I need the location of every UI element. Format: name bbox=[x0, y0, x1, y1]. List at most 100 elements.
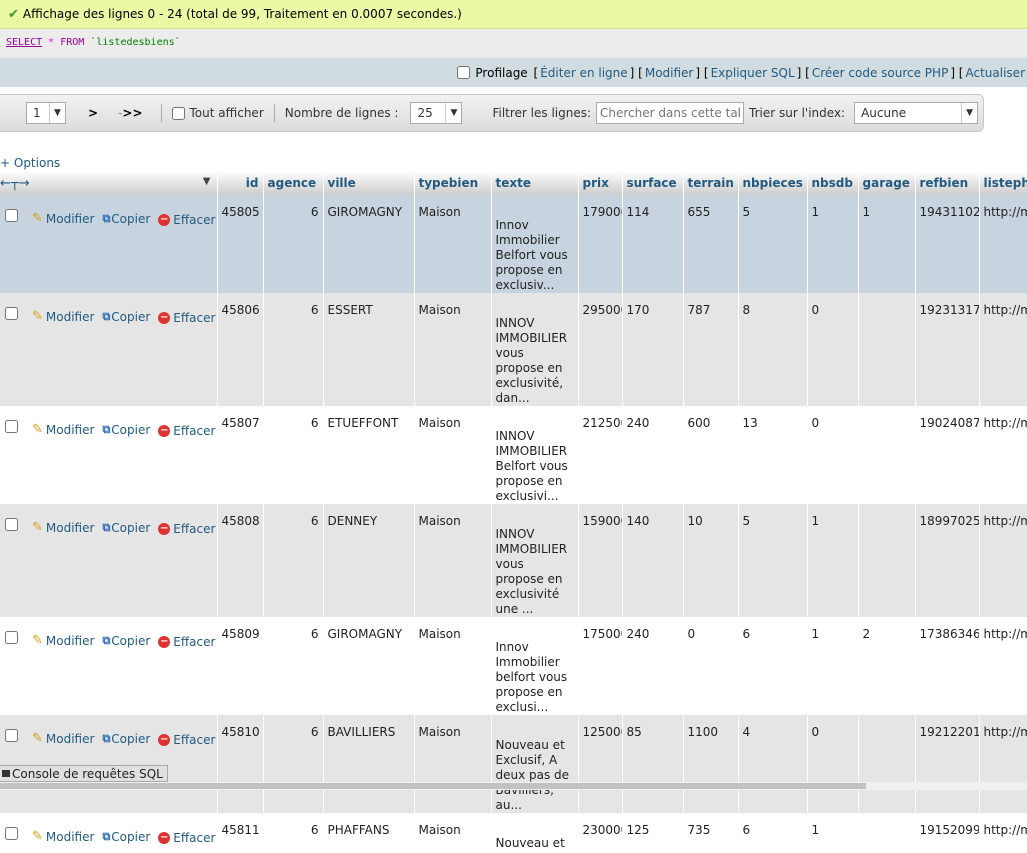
cell-typebien[interactable]: Maison bbox=[414, 195, 492, 293]
cell-agence[interactable]: 6 bbox=[263, 617, 324, 715]
cell-listephotos[interactable]: http://media.apimo.pro/cache/distributio… bbox=[979, 617, 1027, 715]
cell-surface[interactable]: 125 bbox=[622, 813, 684, 853]
copy-row-button[interactable]: ⧉ Copier bbox=[102, 310, 150, 324]
cell-garage[interactable] bbox=[858, 715, 916, 813]
delete-row-button[interactable]: − Effacer bbox=[158, 213, 215, 227]
cell-texte[interactable]: Nouveau et Exclusif, A deux pas de Bavil… bbox=[491, 715, 579, 813]
cell-refbien[interactable]: 19212201 bbox=[915, 715, 980, 813]
cell-ville[interactable]: ESSERT bbox=[323, 293, 415, 406]
column-header-surface[interactable]: surface bbox=[622, 171, 684, 195]
cell-typebien[interactable]: Maison bbox=[414, 293, 492, 406]
copy-row-button[interactable]: ⧉ Copier bbox=[102, 212, 150, 226]
cell-terrain[interactable]: 10 bbox=[683, 504, 739, 617]
table-row[interactable]: ✎ Modifier ⧉ Copier − Effacer 45811 6 PHAFFANS Ma… bbox=[0, 813, 1027, 853]
last-page-button[interactable]: ->> bbox=[118, 106, 142, 120]
edit-row-button[interactable]: ✎ Modifier bbox=[32, 633, 94, 648]
edit-row-button[interactable]: ✎ Modifier bbox=[32, 520, 94, 535]
cell-texte[interactable]: Innov Immobilier belfort vous propose en… bbox=[491, 617, 579, 715]
edit-row-button[interactable]: ✎ Modifier bbox=[32, 829, 94, 844]
cell-prix[interactable]: 125000 bbox=[578, 715, 623, 813]
cell-typebien[interactable]: Maison bbox=[414, 406, 492, 504]
column-resize-header[interactable]: ←┬→ ▼ bbox=[0, 171, 218, 195]
cell-ville[interactable]: GIROMAGNY bbox=[323, 617, 415, 715]
cell-nbsdb[interactable]: 0 bbox=[807, 406, 859, 504]
cell-ville[interactable]: ETUEFFONT bbox=[323, 406, 415, 504]
horizontal-scrollbar[interactable] bbox=[0, 782, 1027, 790]
edit-row-button[interactable]: ✎ Modifier bbox=[32, 309, 94, 324]
cell-typebien[interactable]: Maison bbox=[414, 504, 492, 617]
cell-prix[interactable]: 175000 bbox=[578, 617, 623, 715]
cell-texte[interactable]: INNOV IMMOBILIER vous propose en exclusi… bbox=[491, 293, 579, 406]
cell-id[interactable]: 45811 bbox=[217, 813, 264, 853]
cell-agence[interactable]: 6 bbox=[263, 504, 324, 617]
cell-agence[interactable]: 6 bbox=[263, 406, 324, 504]
cell-nbpieces[interactable]: 6 bbox=[738, 813, 808, 853]
cell-surface[interactable]: 240 bbox=[622, 617, 684, 715]
explain-sql-link[interactable]: Expliquer SQL bbox=[711, 66, 795, 80]
cell-terrain[interactable]: 735 bbox=[683, 813, 739, 853]
cell-ville[interactable]: BAVILLIERS bbox=[323, 715, 415, 813]
cell-ville[interactable]: GIROMAGNY bbox=[323, 195, 415, 293]
profiling-checkbox[interactable] bbox=[457, 66, 471, 79]
cell-nbsdb[interactable]: 1 bbox=[807, 504, 859, 617]
cell-texte[interactable]: INNOV IMMOBILIER vous propose en exclusi… bbox=[491, 504, 579, 617]
create-php-code-link[interactable]: Créer code source PHP bbox=[812, 66, 948, 80]
cell-refbien[interactable]: 19431102 bbox=[915, 195, 980, 293]
cell-id[interactable]: 45805 bbox=[217, 195, 264, 293]
delete-row-button[interactable]: − Effacer bbox=[158, 522, 215, 536]
column-header-agence[interactable]: agence bbox=[263, 171, 324, 195]
options-link[interactable]: + Options bbox=[0, 156, 60, 170]
filter-rows-input[interactable] bbox=[596, 102, 745, 124]
cell-nbpieces[interactable]: 4 bbox=[738, 715, 808, 813]
column-header-nbpieces[interactable]: nbpieces bbox=[738, 171, 808, 195]
edit-inline-link[interactable]: Éditer en ligne bbox=[540, 66, 627, 80]
cell-surface[interactable]: 85 bbox=[622, 715, 684, 813]
cell-surface[interactable]: 170 bbox=[622, 293, 684, 406]
table-row[interactable]: ✎ Modifier ⧉ Copier − Effacer 45810 6 BAVILLIERS… bbox=[0, 715, 1027, 813]
copy-row-button[interactable]: ⧉ Copier bbox=[102, 830, 150, 844]
cell-surface[interactable]: 140 bbox=[622, 504, 684, 617]
column-header-prix[interactable]: prix bbox=[578, 171, 623, 195]
row-select-checkbox[interactable] bbox=[5, 307, 18, 320]
triangle-down-icon[interactable]: ▼ bbox=[203, 176, 211, 187]
scrollbar-thumb[interactable] bbox=[0, 783, 866, 789]
cell-id[interactable]: 45808 bbox=[217, 504, 264, 617]
cell-terrain[interactable]: 0 bbox=[683, 617, 739, 715]
cell-terrain[interactable]: 1100 bbox=[683, 715, 739, 813]
cell-refbien[interactable]: 18997025 bbox=[915, 504, 980, 617]
cell-typebien[interactable]: Maison bbox=[414, 813, 492, 853]
column-header-nbsdb[interactable]: nbsdb bbox=[807, 171, 859, 195]
cell-refbien[interactable]: 19152099 bbox=[915, 813, 980, 853]
row-select-checkbox[interactable] bbox=[5, 729, 18, 742]
cell-refbien[interactable]: 19024087 bbox=[915, 406, 980, 504]
page-select[interactable]: 1 ▼ bbox=[26, 102, 66, 124]
refresh-link[interactable]: Actualiser bbox=[966, 66, 1026, 80]
show-all-checkbox[interactable] bbox=[171, 106, 185, 120]
cell-prix[interactable]: 295000 bbox=[578, 293, 623, 406]
column-header-texte[interactable]: texte bbox=[491, 171, 579, 195]
cell-id[interactable]: 45806 bbox=[217, 293, 264, 406]
cell-listephotos[interactable]: http://media.apimo.pro/cache/distributio… bbox=[979, 406, 1027, 504]
cell-nbsdb[interactable]: 1 bbox=[807, 813, 859, 853]
delete-row-button[interactable]: − Effacer bbox=[158, 311, 215, 325]
cell-nbpieces[interactable]: 5 bbox=[738, 195, 808, 293]
cell-listephotos[interactable]: http://media.apimo.pro/cache/distributio… bbox=[979, 195, 1027, 293]
cell-refbien[interactable]: 17386346 bbox=[915, 617, 980, 715]
row-select-checkbox[interactable] bbox=[5, 209, 18, 222]
cell-garage[interactable] bbox=[858, 293, 916, 406]
cell-typebien[interactable]: Maison bbox=[414, 617, 492, 715]
cell-texte[interactable]: Nouveau et bbox=[491, 813, 579, 853]
copy-row-button[interactable]: ⧉ Copier bbox=[102, 521, 150, 535]
column-header-garage[interactable]: garage bbox=[858, 171, 916, 195]
cell-prix[interactable]: 212500 bbox=[578, 406, 623, 504]
cell-id[interactable]: 45807 bbox=[217, 406, 264, 504]
cell-agence[interactable]: 6 bbox=[263, 195, 324, 293]
column-header-id[interactable]: id bbox=[217, 171, 264, 195]
cell-nbpieces[interactable]: 8 bbox=[738, 293, 808, 406]
cell-terrain[interactable]: 600 bbox=[683, 406, 739, 504]
delete-row-button[interactable]: − Effacer bbox=[158, 733, 215, 747]
cell-ville[interactable]: DENNEY bbox=[323, 504, 415, 617]
cell-nbpieces[interactable]: 6 bbox=[738, 617, 808, 715]
cell-typebien[interactable]: Maison bbox=[414, 715, 492, 813]
column-arrows-icon[interactable]: ←┬→ bbox=[0, 176, 30, 191]
